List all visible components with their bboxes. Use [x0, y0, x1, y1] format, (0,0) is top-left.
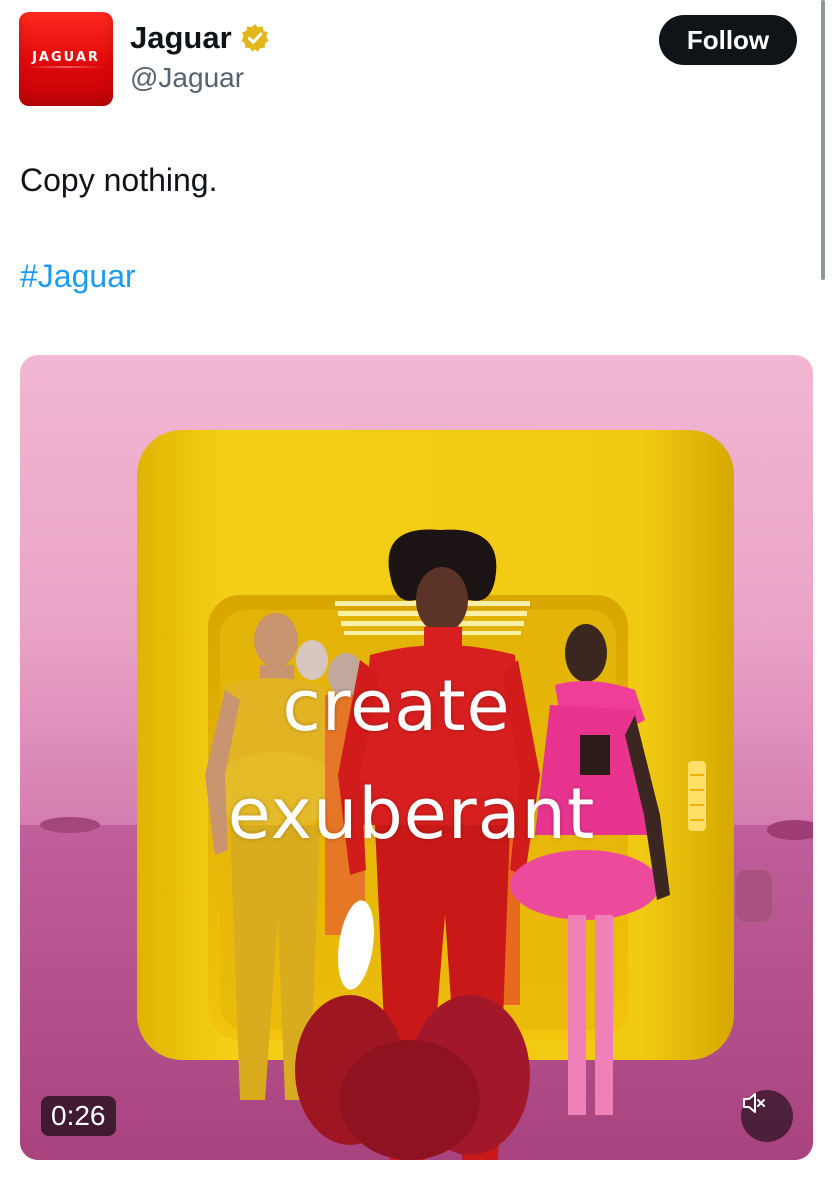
tweet-view: JAGUAR Jaguar @Jaguar Follow Copy nothin… [0, 0, 833, 1200]
jaguar-logo: JAGUAR [32, 50, 100, 65]
mute-button[interactable] [741, 1090, 793, 1142]
verified-badge-icon[interactable] [239, 22, 271, 54]
video-frame [20, 430, 813, 1160]
speaker-muted-icon [743, 1093, 765, 1113]
tweet-text: Copy nothing. [20, 162, 218, 198]
rock-right-2 [736, 870, 772, 922]
overlay-text-line1: create [282, 665, 511, 747]
avatar[interactable]: JAGUAR [19, 12, 113, 106]
hashtag-link[interactable]: #Jaguar [20, 258, 136, 295]
scrollbar[interactable] [821, 0, 825, 280]
display-name[interactable]: Jaguar [130, 20, 232, 56]
logo-shine [27, 66, 105, 68]
overlay-text-line2: exuberant [227, 773, 596, 855]
name-row: Jaguar [130, 20, 271, 56]
video-player[interactable]: create exuberant 0:26 [20, 355, 813, 1160]
duration-badge: 0:26 [41, 1096, 116, 1136]
follow-button[interactable]: Follow [659, 15, 797, 65]
handle[interactable]: @Jaguar [130, 62, 244, 94]
